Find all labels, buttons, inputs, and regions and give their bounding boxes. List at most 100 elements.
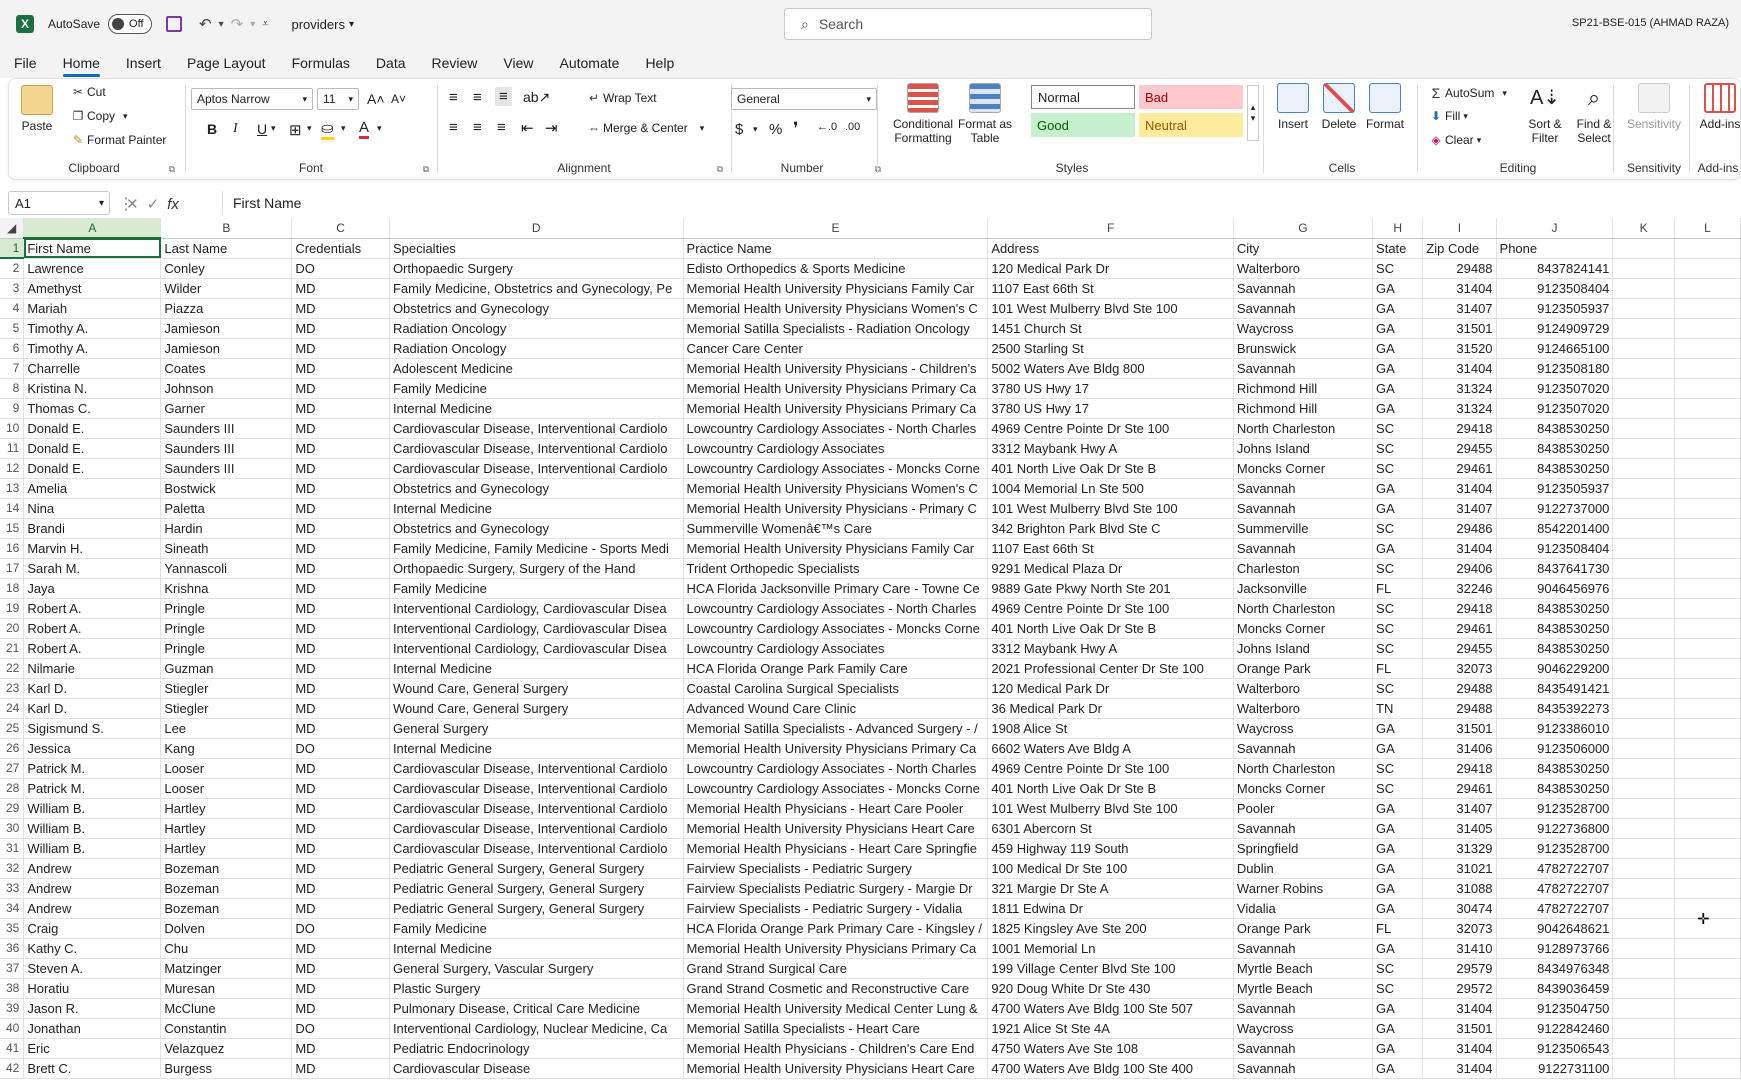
cell[interactable]: Walterboro xyxy=(1233,698,1374,719)
cell[interactable]: Moncks Corner xyxy=(1233,778,1374,799)
insert-cells-button[interactable]: Insert xyxy=(1271,83,1315,131)
cell[interactable]: Practice Name xyxy=(683,238,989,259)
cell[interactable] xyxy=(1674,658,1741,679)
cell[interactable]: 3312 Maybank Hwy A xyxy=(987,638,1234,659)
fill-dropdown-icon[interactable]: ▾ xyxy=(341,123,346,134)
cell[interactable] xyxy=(1612,818,1675,839)
cell[interactable]: DO xyxy=(291,738,390,759)
save-icon[interactable] xyxy=(166,16,183,32)
cell[interactable] xyxy=(1674,838,1741,859)
cell[interactable]: 6301 Abercorn St xyxy=(987,818,1234,839)
cell[interactable]: Memorial Satilla Specialists - Radiation… xyxy=(683,318,989,339)
cell[interactable]: MD xyxy=(291,838,390,859)
copy-button[interactable]: ❐ Copy ▾ xyxy=(69,109,128,123)
cell[interactable]: Savannah xyxy=(1233,1058,1374,1079)
cell[interactable]: City xyxy=(1233,238,1374,259)
sort-filter-button[interactable]: A⇣ Sort & Filter xyxy=(1523,83,1567,145)
cell[interactable]: GA xyxy=(1372,858,1424,879)
cell[interactable]: 9123508180 xyxy=(1496,358,1614,379)
select-all-corner[interactable]: ◢ xyxy=(0,218,25,239)
cell[interactable] xyxy=(1674,638,1741,659)
cell[interactable]: 9122737000 xyxy=(1496,498,1614,519)
cell[interactable]: SC xyxy=(1372,618,1424,639)
cell[interactable] xyxy=(1674,398,1741,419)
user-account[interactable]: SP21-BSE-015 (AHMAD RAZA) xyxy=(1572,17,1729,29)
cell[interactable]: Charleston xyxy=(1233,558,1374,579)
align-top-icon[interactable]: ≡ xyxy=(449,89,458,106)
cell[interactable]: 9123508404 xyxy=(1496,538,1614,559)
row-header[interactable]: 5 xyxy=(0,318,25,339)
row-header[interactable]: 1 xyxy=(0,238,25,259)
cell[interactable]: Richmond Hill xyxy=(1233,378,1374,399)
cell[interactable]: 8438530250 xyxy=(1496,778,1614,799)
column-header[interactable]: A xyxy=(23,218,162,239)
cell[interactable]: Sineath xyxy=(160,538,293,559)
cell[interactable]: Grand Strand Cosmetic and Reconstructive… xyxy=(683,978,989,999)
column-header[interactable]: J xyxy=(1496,218,1614,239)
decrease-font-icon[interactable]: A˅ xyxy=(391,92,406,106)
cell[interactable] xyxy=(1674,378,1741,399)
cell[interactable]: 29418 xyxy=(1422,418,1497,439)
autosum-button[interactable]: Σ AutoSum ▾ xyxy=(1427,85,1507,101)
cell[interactable]: Lawrence xyxy=(23,258,162,279)
cell[interactable]: Sarah M. xyxy=(23,558,162,579)
document-name[interactable]: providers xyxy=(291,17,344,32)
cell[interactable]: 29406 xyxy=(1422,558,1497,579)
cell[interactable]: MD xyxy=(291,338,390,359)
cell[interactable]: Walterboro xyxy=(1233,678,1374,699)
paste-button[interactable]: Paste xyxy=(17,85,57,133)
cell[interactable]: Advanced Wound Care Clinic xyxy=(683,698,989,719)
cell[interactable]: Steven A. xyxy=(23,958,162,979)
font-color-dropdown-icon[interactable]: ▾ xyxy=(377,123,382,134)
cell[interactable] xyxy=(1674,478,1741,499)
cell[interactable]: Nilmarie xyxy=(23,658,162,679)
cell[interactable]: 9123528700 xyxy=(1496,838,1614,859)
tab-help[interactable]: Help xyxy=(645,55,674,71)
cell[interactable]: Patrick M. xyxy=(23,758,162,779)
cell[interactable]: Radiation Oncology xyxy=(389,318,684,339)
cell[interactable] xyxy=(1612,398,1675,419)
cell[interactable]: Pooler xyxy=(1233,798,1374,819)
cell[interactable]: Patrick M. xyxy=(23,778,162,799)
cell[interactable]: 3312 Maybank Hwy A xyxy=(987,438,1234,459)
tab-formulas[interactable]: Formulas xyxy=(292,55,350,71)
cell[interactable]: 29579 xyxy=(1422,958,1497,979)
cell[interactable]: Karl D. xyxy=(23,698,162,719)
cell[interactable] xyxy=(1612,938,1675,959)
cell[interactable] xyxy=(1674,498,1741,519)
cell[interactable]: MD xyxy=(291,678,390,699)
cell[interactable]: 1107 East 66th St xyxy=(987,538,1234,559)
row-header[interactable]: 13 xyxy=(0,478,25,499)
cell[interactable]: MD xyxy=(291,798,390,819)
cell[interactable]: MD xyxy=(291,878,390,899)
cell[interactable]: Paletta xyxy=(160,498,293,519)
cell[interactable]: 31404 xyxy=(1422,358,1497,379)
cell[interactable]: Hardin xyxy=(160,518,293,539)
cell[interactable]: MD xyxy=(291,978,390,999)
row-header[interactable]: 39 xyxy=(0,998,25,1019)
cell[interactable]: Hartley xyxy=(160,838,293,859)
column-header[interactable]: C xyxy=(291,218,390,239)
cell[interactable]: Waycross xyxy=(1233,718,1374,739)
increase-indent-icon[interactable]: ⇥ xyxy=(545,119,558,137)
underline-button[interactable]: U xyxy=(257,121,267,137)
cell[interactable]: 29455 xyxy=(1422,438,1497,459)
cell[interactable]: Cardiovascular Disease, Interventional C… xyxy=(389,458,684,479)
cell[interactable]: 920 Doug White Dr Ste 430 xyxy=(987,978,1234,999)
cell[interactable]: Marvin H. xyxy=(23,538,162,559)
cell[interactable]: 29461 xyxy=(1422,778,1497,799)
row-header[interactable]: 10 xyxy=(0,418,25,439)
cell[interactable]: 4969 Centre Pointe Dr Ste 100 xyxy=(987,418,1234,439)
cell[interactable]: 9889 Gate Pkwy North Ste 201 xyxy=(987,578,1234,599)
cell[interactable]: Velazquez xyxy=(160,1038,293,1059)
cell[interactable]: 4782722707 xyxy=(1496,898,1614,919)
cell[interactable]: Wound Care, General Surgery xyxy=(389,698,684,719)
cell[interactable]: 2021 Professional Center Dr Ste 100 xyxy=(987,658,1234,679)
cell[interactable]: GA xyxy=(1372,378,1424,399)
cell[interactable]: Jamieson xyxy=(160,338,293,359)
style-bad[interactable]: Bad xyxy=(1139,85,1243,109)
cell[interactable]: GA xyxy=(1372,1058,1424,1079)
cell[interactable]: MD xyxy=(291,658,390,679)
cell[interactable]: SC xyxy=(1372,678,1424,699)
clear-dropdown-icon[interactable]: ▾ xyxy=(1477,135,1482,146)
